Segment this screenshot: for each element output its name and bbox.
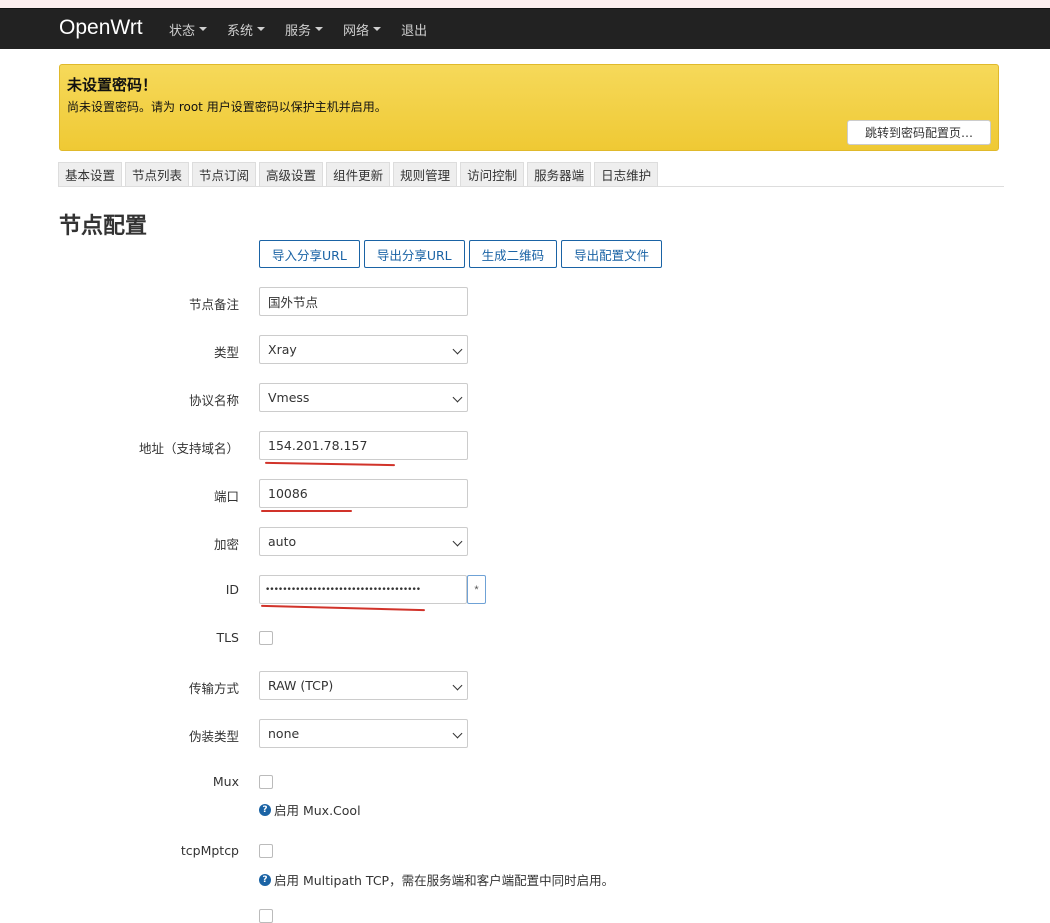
tcp-mptcp-help: ? 启用 Multipath TCP，需在服务端和客户端配置中同时启用。 (259, 870, 614, 889)
mux-checkbox[interactable] (259, 775, 273, 789)
encryption-label: 加密 (213, 537, 239, 552)
red-annotation-underline (261, 510, 352, 512)
remark-label: 节点备注 (188, 297, 239, 312)
question-icon: ? (259, 803, 271, 816)
encryption-select[interactable]: auto (259, 527, 468, 556)
browser-top-strip (0, 0, 1050, 8)
protocol-select[interactable]: Vmess (259, 383, 468, 412)
tab-divider (58, 186, 1004, 187)
id-password-input[interactable]: •••••••••••••••••••••••••••••••••••• (259, 575, 467, 604)
caret-down-icon (315, 27, 324, 31)
chevron-down-icon (452, 392, 463, 403)
transport-value: RAW (TCP) (268, 678, 334, 693)
menu-logout[interactable]: 退出 (401, 20, 427, 39)
menu-status-label: 状态 (169, 23, 196, 39)
import-share-url-button[interactable]: 导入分享URL (259, 240, 360, 268)
mux-help-text: 启用 Mux.Cool (274, 803, 361, 818)
protocol-label: 协议名称 (188, 393, 239, 408)
transport-label: 传输方式 (188, 681, 239, 696)
tab-server[interactable]: 服务器端 (527, 162, 592, 186)
tab-advanced-settings[interactable]: 高级设置 (259, 162, 324, 186)
menu-network[interactable]: 网络 (343, 20, 382, 39)
page-title: 节点配置 (59, 214, 148, 239)
brand-logo[interactable]: OpenWrt (59, 15, 143, 41)
menu-system-label: 系统 (227, 23, 254, 39)
address-label: 地址（支持域名） (138, 441, 239, 456)
menu-services[interactable]: 服务 (285, 20, 324, 39)
type-label: 类型 (213, 345, 239, 360)
encryption-value: auto (268, 534, 297, 549)
tab-log-maintenance[interactable]: 日志维护 (594, 162, 659, 186)
mux-label: Mux (212, 774, 239, 789)
export-config-file-button[interactable]: 导出配置文件 (561, 240, 663, 268)
go-to-password-button[interactable]: 跳转到密码配置页… (847, 120, 991, 145)
address-value: 154.201.78.157 (268, 438, 368, 453)
port-value: 10086 (268, 486, 308, 501)
id-value: •••••••••••••••••••••••••••••••••••• (265, 584, 421, 595)
export-share-url-button[interactable]: 导出分享URL (363, 240, 465, 268)
menu-services-label: 服务 (285, 23, 312, 39)
protocol-value: Vmess (268, 390, 310, 405)
header-type-label: 伪装类型 (188, 729, 239, 744)
tab-component-update[interactable]: 组件更新 (326, 162, 391, 186)
port-input[interactable]: 10086 (259, 479, 468, 508)
caret-down-icon (199, 27, 208, 31)
remark-value: 国外节点 (268, 295, 319, 310)
chevron-down-icon (452, 728, 463, 739)
caret-down-icon (373, 27, 382, 31)
chevron-down-icon (452, 344, 463, 355)
menu-status[interactable]: 状态 (169, 20, 208, 39)
mux-help: ? 启用 Mux.Cool (259, 800, 361, 819)
header-type-value: none (268, 726, 300, 741)
top-navbar: OpenWrt 状态 系统 服务 网络 退出 (0, 8, 1050, 49)
main-menu: 状态 系统 服务 网络 退出 (169, 9, 447, 49)
section-tabs: 基本设置 节点列表 节点订阅 高级设置 组件更新 规则管理 访问控制 服务器端 … (58, 162, 661, 186)
caret-down-icon (257, 27, 266, 31)
transport-select[interactable]: RAW (TCP) (259, 671, 468, 700)
tcp-mptcp-label: tcpMptcp (180, 843, 239, 858)
port-label: 端口 (213, 489, 239, 504)
next-option-checkbox[interactable] (259, 909, 273, 923)
alert-title: 未设置密码！ (67, 76, 158, 94)
address-input[interactable]: 154.201.78.157 (259, 431, 468, 460)
menu-network-label: 网络 (343, 23, 370, 39)
menu-system[interactable]: 系统 (227, 20, 266, 39)
red-annotation-underline (261, 604, 425, 612)
tab-rule-management[interactable]: 规则管理 (393, 162, 458, 186)
tls-checkbox[interactable] (259, 631, 273, 645)
tab-node-subscribe[interactable]: 节点订阅 (192, 162, 257, 186)
alert-text: 尚未设置密码。请为 root 用户设置密码以保护主机并启用。 (67, 100, 387, 114)
tcp-mptcp-checkbox[interactable] (259, 844, 273, 858)
password-warning-alert: 未设置密码！ 尚未设置密码。请为 root 用户设置密码以保护主机并启用。 跳转… (59, 64, 999, 151)
type-select[interactable]: Xray (259, 335, 468, 364)
tab-access-control[interactable]: 访问控制 (460, 162, 525, 186)
reveal-password-button[interactable]: * (467, 575, 486, 604)
type-value: Xray (268, 342, 297, 357)
chevron-down-icon (452, 680, 463, 691)
share-button-bar: 导入分享URL 导出分享URL 生成二维码 导出配置文件 (259, 240, 666, 268)
tab-node-list[interactable]: 节点列表 (125, 162, 190, 186)
tls-label: TLS (216, 630, 239, 645)
remark-input[interactable]: 国外节点 (259, 287, 468, 316)
tab-basic-settings[interactable]: 基本设置 (58, 162, 123, 186)
generate-qrcode-button[interactable]: 生成二维码 (468, 240, 558, 268)
red-annotation-underline (264, 461, 396, 467)
id-label: ID (225, 582, 239, 597)
chevron-down-icon (452, 536, 463, 547)
question-icon: ? (259, 873, 271, 886)
header-type-select[interactable]: none (259, 719, 468, 748)
tcp-mptcp-help-text: 启用 Multipath TCP，需在服务端和客户端配置中同时启用。 (274, 873, 615, 888)
